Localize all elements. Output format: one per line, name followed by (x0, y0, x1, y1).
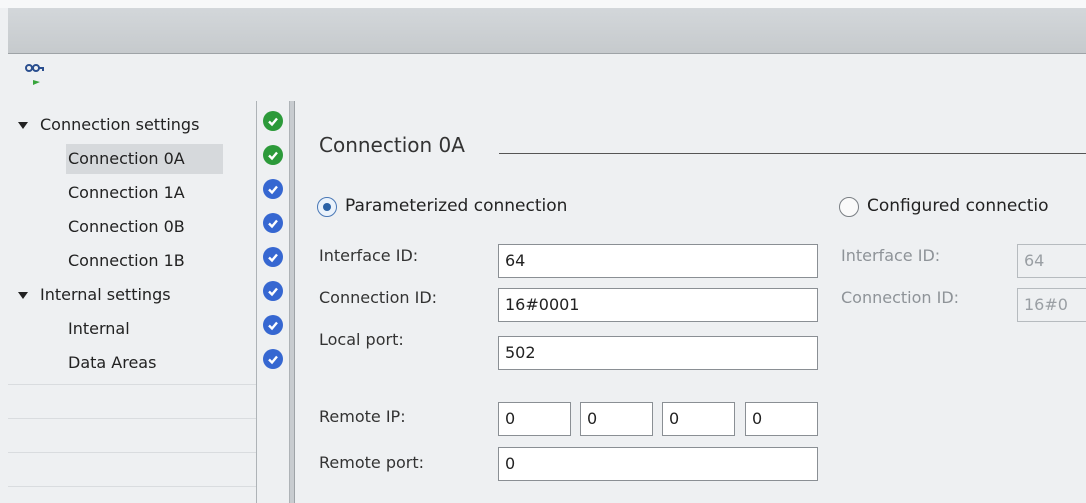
nav-divider (8, 452, 256, 453)
status-info-icon (263, 281, 283, 301)
nav-item-label: Connection 0A (68, 149, 185, 168)
local-port-label: Local port: (319, 330, 404, 349)
status-info-icon (263, 179, 283, 199)
nav-item-connection-1a[interactable]: Connection 1A (8, 176, 256, 210)
nav-item-internal-settings[interactable]: Internal settings (8, 278, 256, 312)
configured-connection-id-field: 16#0 (1017, 288, 1086, 322)
nav-item-connection-1b[interactable]: Connection 1B (8, 244, 256, 278)
status-info-icon (263, 349, 283, 369)
nav-item-label: Data Areas (68, 353, 157, 372)
connection-id-field[interactable]: 16#0001 (498, 288, 818, 322)
status-info-icon (263, 247, 283, 267)
nav-divider (8, 486, 256, 487)
nav-divider (8, 384, 256, 385)
remote-ip-octet-4[interactable]: 0 (745, 402, 818, 436)
nav-item-connection-settings[interactable]: Connection settings (8, 108, 256, 142)
remote-ip-label: Remote IP: (319, 407, 406, 426)
radio-selected-icon[interactable] (317, 197, 337, 217)
section-title: Connection 0A (319, 133, 465, 157)
status-column (256, 101, 290, 503)
radio-unselected-icon[interactable] (839, 197, 859, 217)
nav-item-internal[interactable]: Internal (8, 312, 256, 346)
remote-ip-octet-3[interactable]: 0 (662, 402, 735, 436)
status-info-icon (263, 213, 283, 233)
interface-id-field[interactable]: 64 (498, 244, 818, 278)
radio-label: Configured connectio (867, 196, 1049, 216)
view-connections-icon[interactable] (24, 60, 48, 90)
nav-item-label: Connection settings (40, 115, 200, 134)
configured-interface-id-field: 64 (1017, 244, 1086, 278)
status-ok-icon (263, 145, 283, 165)
navigation-tree: Connection settings Connection 0A Connec… (8, 108, 256, 503)
radio-label: Parameterized connection (345, 196, 568, 216)
remote-ip-octet-2[interactable]: 0 (580, 402, 653, 436)
nav-item-label: Connection 1B (68, 251, 185, 270)
nav-item-label: Internal (68, 319, 130, 338)
nav-item-data-areas[interactable]: Data Areas (8, 346, 256, 380)
window-top-strip (0, 0, 1086, 8)
nav-item-connection-0b[interactable]: Connection 0B (8, 210, 256, 244)
nav-item-connection-0a[interactable]: Connection 0A (8, 142, 256, 176)
status-info-icon (263, 315, 283, 335)
configured-interface-id-label: Interface ID: (841, 246, 941, 265)
remote-ip-octet-1[interactable]: 0 (498, 402, 571, 436)
collapse-triangle-icon[interactable] (18, 122, 28, 129)
nav-item-label: Connection 1A (68, 183, 185, 202)
collapse-triangle-icon[interactable] (18, 292, 28, 299)
nav-item-label: Connection 0B (68, 217, 185, 236)
nav-divider (8, 418, 256, 419)
editor-title-bar (8, 8, 1086, 54)
remote-port-field[interactable]: 0 (498, 447, 818, 481)
nav-item-label: Internal settings (40, 285, 171, 304)
status-ok-icon (263, 111, 283, 131)
local-port-field[interactable]: 502 (498, 336, 818, 370)
configured-connection-id-label: Connection ID: (841, 288, 960, 307)
connection-id-label: Connection ID: (319, 288, 438, 307)
connection-properties-panel: Connection 0A Parameterized connection C… (295, 101, 1086, 503)
interface-id-label: Interface ID: (319, 246, 419, 265)
remote-port-label: Remote port: (319, 453, 425, 472)
toolbar (0, 55, 1086, 101)
section-divider (499, 153, 1086, 154)
